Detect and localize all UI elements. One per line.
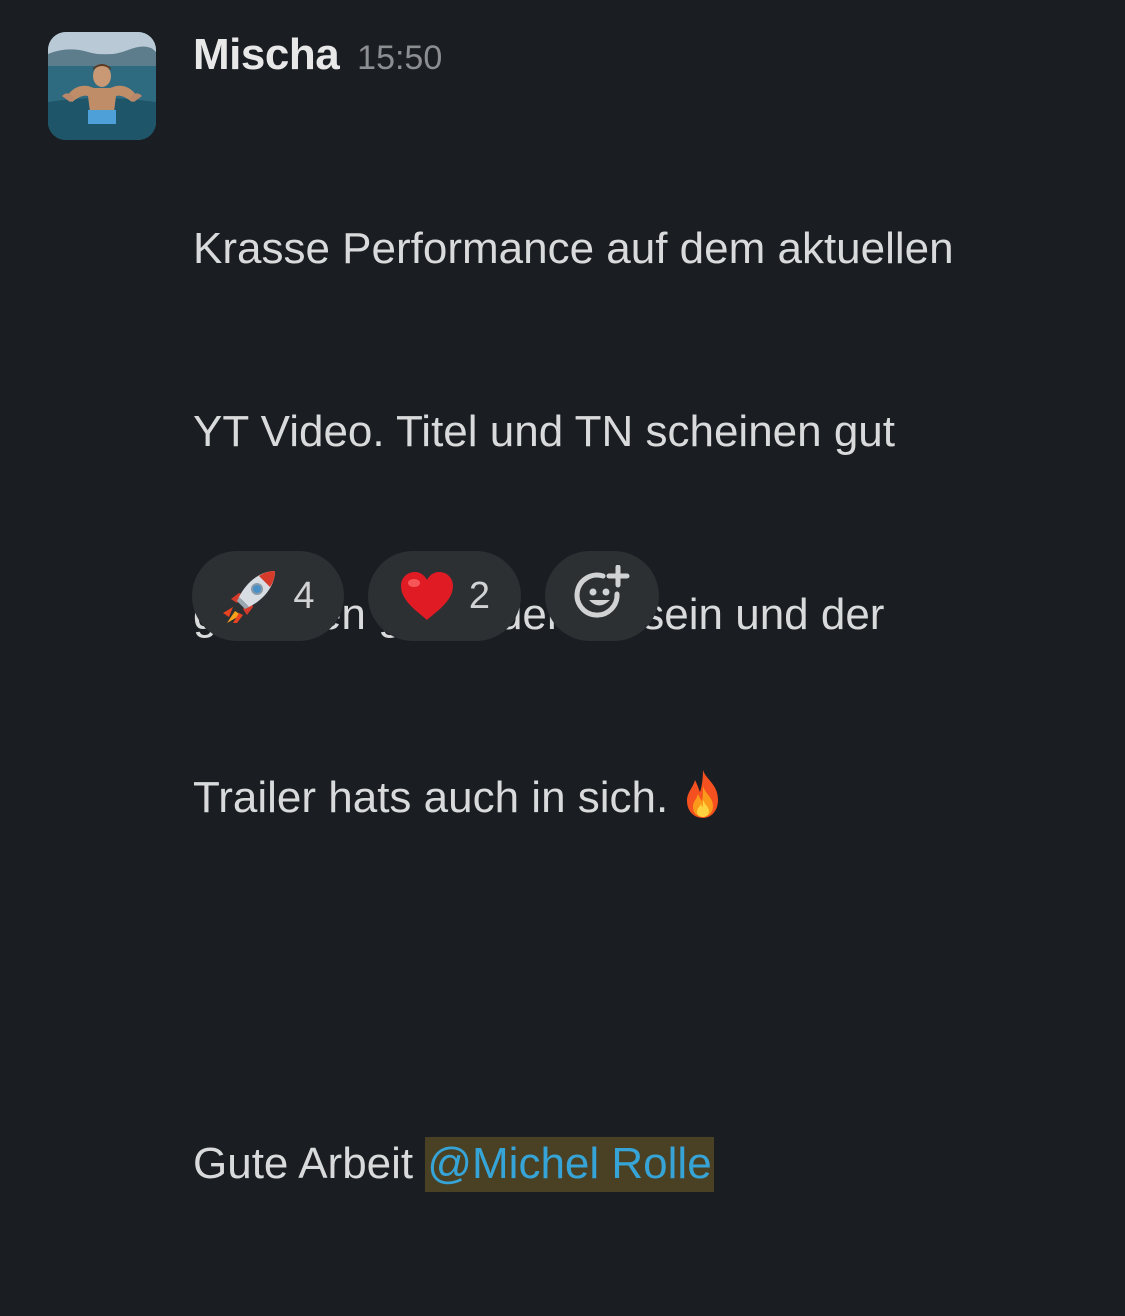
add-reaction-icon	[571, 565, 633, 627]
message-timestamp[interactable]: 15:50	[357, 39, 442, 78]
add-reaction-button[interactable]	[545, 551, 659, 641]
fire-emoji-icon	[678, 768, 728, 820]
user-mention[interactable]: @Michel Rolle	[425, 1137, 714, 1192]
rocket-emoji-icon	[221, 567, 279, 625]
heart-emoji-icon	[399, 570, 455, 622]
reaction-heart[interactable]: 2	[368, 551, 521, 641]
reaction-count: 2	[468, 574, 491, 617]
author-name[interactable]: Mischa	[193, 30, 340, 80]
message-line: Krasse Performance auf dem aktuellen	[193, 224, 954, 273]
message-header: Mischa 15:50	[193, 30, 1093, 92]
message-line: YT Video. Titel und TN scheinen gut	[193, 407, 896, 456]
message-line-text: Gute Arbeit	[193, 1139, 426, 1188]
reaction-rocket[interactable]: 4	[192, 551, 344, 641]
message: Mischa 15:50 Krasse Performance auf dem …	[0, 0, 1125, 1192]
avatar[interactable]	[48, 32, 156, 140]
message-body: Mischa 15:50 Krasse Performance auf dem …	[193, 30, 1093, 1316]
reactions-bar: 4 2	[192, 551, 659, 641]
message-text: Krasse Performance auf dem aktuellen YT …	[193, 96, 1093, 1316]
reaction-count: 4	[293, 574, 315, 617]
message-line: Gute Arbeit @Michel Rolle	[193, 1133, 1093, 1194]
message-line: Trailer hats auch in sich.	[193, 767, 1093, 828]
message-line-text: Trailer hats auch in sich.	[193, 773, 669, 822]
avatar-photo	[48, 32, 156, 140]
